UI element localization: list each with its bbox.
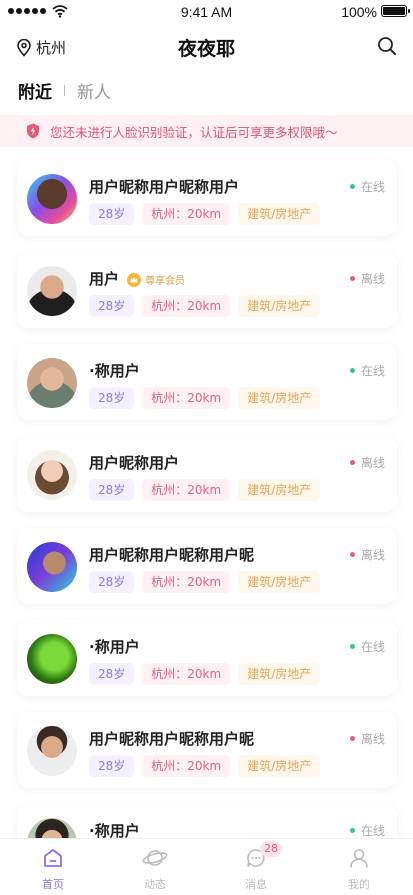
user-name: 用户 尊享会员 [89,270,186,288]
occupation-tag: 建筑/房地产 [238,571,321,593]
status-dot [349,368,355,373]
online-status: 离线 [349,454,385,471]
user-tags: 28岁 杭州：20km 建筑/房地产 [89,479,321,501]
online-status: 离线 [349,546,385,563]
shield-icon [27,123,39,139]
user-name: ·称用户 [89,638,140,656]
user-card[interactable]: ·称用户 在线 28岁 杭州：20km 建筑/房地产 [17,344,397,420]
page-title: 夜夜耶 [177,38,235,60]
online-status: 在线 [349,178,385,195]
avatar [27,266,77,316]
occupation-tag: 建筑/房地产 [238,387,321,409]
status-dot [349,828,355,833]
status-dot [349,460,355,465]
distance-tag: 杭州：20km [142,663,231,685]
user-tags: 28岁 杭州：20km 建筑/房地产 [89,387,321,409]
status-bar: 9:41 AM 100% [0,0,413,24]
tab-messages[interactable]: 28 消息 [226,841,286,892]
battery-icon [381,5,410,17]
vip-badge: 尊享会员 [127,272,185,287]
age-tag: 28岁 [89,203,135,225]
user-tags: 28岁 杭州：20km 建筑/房地产 [89,203,321,225]
battery-percent: 100% [341,4,377,20]
status-dot [349,736,355,741]
occupation-tag: 建筑/房地产 [238,479,321,501]
user-name: 用户昵称用户昵称用户 [89,178,240,196]
distance-tag: 杭州：20km [142,387,231,409]
age-tag: 28岁 [89,479,135,501]
age-tag: 28岁 [89,755,135,777]
occupation-tag: 建筑/房地产 [238,663,321,685]
avatar [27,358,77,408]
status-dot [349,276,355,281]
profile-icon [350,849,368,868]
online-status: 在线 [349,638,385,655]
tab-label: 动态 [144,878,166,891]
avatar [27,726,77,776]
bottom-tab-bar: 首页 动态 28 消息 我的 [0,838,413,895]
home-icon [44,849,62,867]
search-icon[interactable] [377,36,397,56]
user-name: 用户昵称用户昵称用户昵 [89,546,255,564]
user-name: 用户昵称用户昵称用户昵 [89,730,255,748]
unread-badge: 28 [260,841,282,857]
occupation-tag: 建筑/房地产 [238,295,321,317]
verification-notice[interactable]: 您还未进行人脸识别验证，认证后可享更多权限哦～ [0,115,413,147]
tab-label: 首页 [42,878,64,891]
distance-tag: 杭州：20km [142,479,231,501]
tab-nearby[interactable]: 附近 [18,78,52,103]
online-status: 离线 [349,730,385,747]
user-name: 用户昵称用户 [89,454,180,472]
age-tag: 28岁 [89,295,135,317]
age-tag: 28岁 [89,663,135,685]
crown-icon [127,272,142,287]
tab-divider [64,85,65,96]
distance-tag: 杭州：20km [142,755,231,777]
age-tag: 28岁 [89,387,135,409]
header: 杭州 夜夜耶 [0,28,413,68]
notice-text: 您还未进行人脸识别验证，认证后可享更多权限哦～ [50,124,338,140]
user-tags: 28岁 杭州：20km 建筑/房地产 [89,755,321,777]
occupation-tag: 建筑/房地产 [238,203,321,225]
online-status: 离线 [349,270,385,287]
user-card[interactable]: ·称用户 在线 28岁 杭州：20km 建筑/房地产 [17,620,397,696]
online-status: 在线 [349,822,385,839]
online-status: 在线 [349,362,385,379]
avatar [27,634,77,684]
user-tags: 28岁 杭州：20km 建筑/房地产 [89,571,321,593]
tabs: 附近 新人 [18,78,111,103]
distance-tag: 杭州：20km [142,203,231,225]
avatar [27,450,77,500]
user-card[interactable]: 用户昵称用户昵称用户昵 离线 28岁 杭州：20km 建筑/房地产 [17,712,397,788]
tab-moments[interactable]: 动态 [125,847,185,892]
tab-newcomers[interactable]: 新人 [77,78,111,103]
avatar [27,542,77,592]
distance-tag: 杭州：20km [142,295,231,317]
user-card[interactable]: 用户 尊享会员 离线 28岁 杭州：20km 建筑/房地产 [17,252,397,328]
user-tags: 28岁 杭州：20km 建筑/房地产 [89,295,321,317]
status-dot [349,184,355,189]
status-dot [349,552,355,557]
user-tags: 28岁 杭州：20km 建筑/房地产 [89,663,321,685]
avatar [27,174,77,224]
age-tag: 28岁 [89,571,135,593]
tab-label: 消息 [245,878,267,891]
planet-icon [142,850,168,866]
occupation-tag: 建筑/房地产 [238,755,321,777]
user-card[interactable]: 用户昵称用户昵称用户 在线 28岁 杭州：20km 建筑/房地产 [17,160,397,236]
status-dot [349,644,355,649]
tab-profile[interactable]: 我的 [329,847,389,892]
tab-label: 我的 [348,878,370,891]
tab-home[interactable]: 首页 [23,847,83,892]
user-card[interactable]: 用户昵称用户昵称用户昵 离线 28岁 杭州：20km 建筑/房地产 [17,528,397,604]
distance-tag: 杭州：20km [142,571,231,593]
user-card[interactable]: 用户昵称用户 离线 28岁 杭州：20km 建筑/房地产 [17,436,397,512]
user-name: ·称用户 [89,362,140,380]
